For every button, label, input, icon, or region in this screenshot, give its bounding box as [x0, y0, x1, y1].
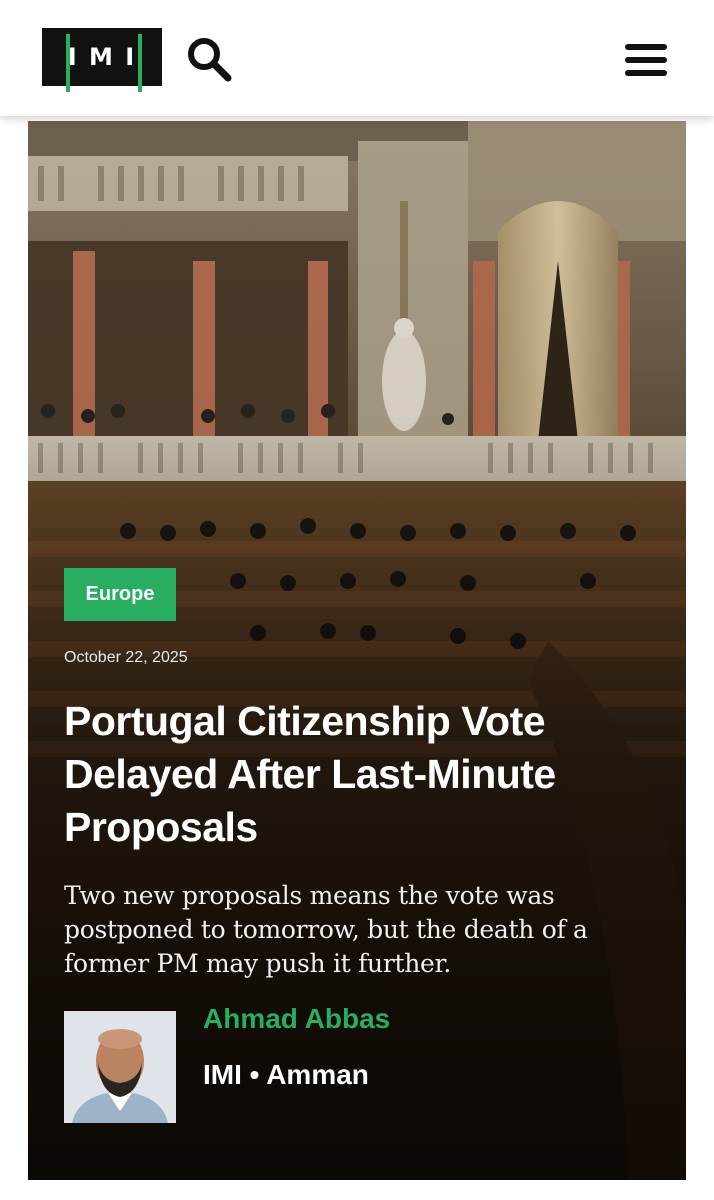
- logo-text: I M I: [67, 43, 137, 71]
- search-icon: [188, 38, 232, 82]
- hamburger-menu-icon: [625, 44, 667, 76]
- article-date: October 22, 2025: [64, 649, 188, 666]
- search-button[interactable]: [184, 34, 234, 84]
- site-logo[interactable]: I M I: [42, 28, 162, 92]
- category-badge[interactable]: Europe: [64, 568, 176, 621]
- featured-article-card[interactable]: Europe October 22, 2025 Portugal Citizen…: [28, 121, 686, 1180]
- author-name[interactable]: Ahmad Abbas: [203, 1003, 390, 1035]
- author-portrait: [64, 1011, 176, 1123]
- article-title[interactable]: Portugal Citizenship Vote Delayed After …: [64, 695, 664, 854]
- site-header: I M I: [0, 0, 714, 116]
- author-meta: IMI • Amman: [203, 1059, 369, 1090]
- menu-button[interactable]: [622, 40, 670, 80]
- logo-accent-bar-right: [138, 34, 142, 92]
- article-excerpt: Two new proposals means the vote was pos…: [64, 881, 588, 978]
- author-avatar[interactable]: [64, 1011, 176, 1123]
- logo-accent-bar-left: [66, 34, 70, 92]
